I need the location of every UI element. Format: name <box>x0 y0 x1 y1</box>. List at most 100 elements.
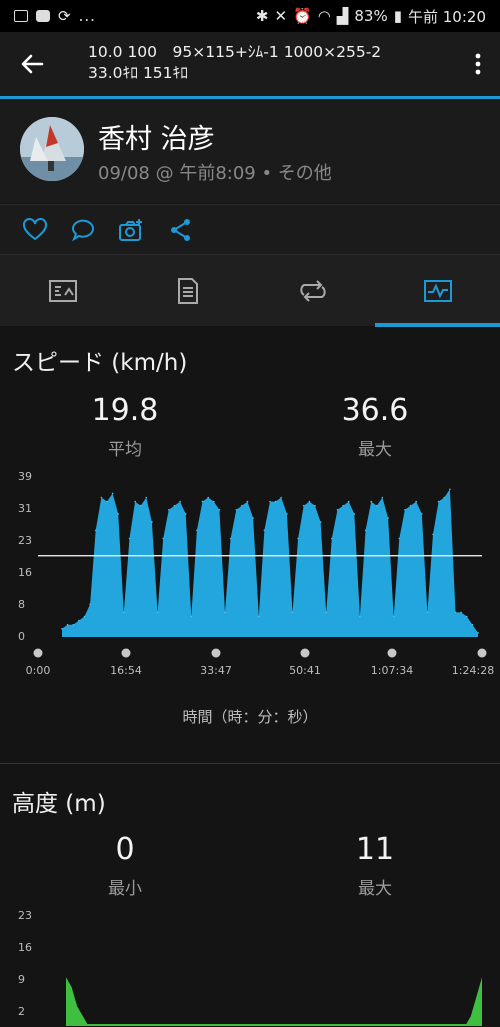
like-heart-icon[interactable] <box>22 217 48 243</box>
summary-map-icon <box>48 280 77 302</box>
speed-point <box>477 632 479 634</box>
overflow-menu-icon[interactable] <box>474 52 482 76</box>
speed-section: スピード (km/h) 19.8 平均 36.6 最大 39 31 23 16 … <box>0 327 500 763</box>
activity-title-line2: 33.0ｷﾛ 151ｷﾛ <box>88 64 189 82</box>
speed-xtick-dot <box>300 648 310 658</box>
speed-xtick-dot <box>387 648 397 658</box>
bluetooth-icon: ✱ <box>255 7 269 25</box>
speed-point <box>207 496 209 499</box>
speed-point <box>229 537 232 540</box>
speed-xaxis-label: 時間（時：分：秒） <box>182 708 318 726</box>
elevation-chart[interactable] <box>0 764 500 1027</box>
speed-point <box>297 537 299 540</box>
speed-point <box>404 509 406 511</box>
speed-point <box>280 496 283 499</box>
speed-point <box>66 623 69 626</box>
speed-point <box>421 513 423 515</box>
speed-point <box>466 615 468 618</box>
tab-laps[interactable] <box>250 255 375 327</box>
speed-point <box>432 533 434 536</box>
speed-point <box>117 513 119 515</box>
mute-icon: ✕ <box>274 7 288 25</box>
speed-xtick: 16:54 <box>110 664 142 677</box>
speed-point <box>213 500 215 503</box>
speed-point <box>179 500 181 503</box>
athlete-name[interactable]: 香村 治彦 <box>98 117 215 156</box>
speed-point <box>314 504 316 507</box>
speed-point <box>302 504 305 507</box>
speed-point <box>359 615 361 618</box>
speed-point <box>235 509 238 511</box>
more-notifications-icon: ... <box>78 7 96 25</box>
share-icon[interactable] <box>168 217 194 243</box>
speed-point <box>286 513 288 515</box>
speed-point <box>274 500 277 503</box>
speed-point <box>61 628 63 630</box>
speed-point <box>94 529 97 532</box>
speed-point <box>342 504 344 507</box>
elevation-area-series <box>66 977 482 1026</box>
speed-point <box>162 537 164 540</box>
speed-xtick: 1:07:34 <box>370 664 414 677</box>
back-arrow-icon[interactable] <box>18 50 46 78</box>
speed-point <box>168 509 170 511</box>
signal-icon: ▟ <box>336 7 349 25</box>
speed-point <box>460 611 462 614</box>
speed-point <box>376 504 378 507</box>
speed-point <box>89 603 91 605</box>
battery-icon: ▮ <box>393 7 402 25</box>
speed-point <box>100 496 103 499</box>
speed-point <box>370 500 373 503</box>
youtube-notification-icon <box>36 10 50 22</box>
activity-tabs <box>0 254 500 327</box>
speed-point <box>123 611 125 614</box>
tab-summary[interactable] <box>0 255 125 327</box>
speed-point <box>78 619 80 622</box>
speed-xtick-dot <box>477 648 487 658</box>
speed-point <box>449 488 451 491</box>
activity-date-type: 09/08 @ 午前8:09 • その他 <box>98 163 332 184</box>
speed-point <box>426 611 429 614</box>
speed-xtick-dot <box>211 648 221 658</box>
status-bar: ⟳ ... ✱ ✕ ⏰ ◠ ▟ 83% ▮ 午前 10:20 <box>0 0 500 32</box>
activity-title: 10.0 100 95×115+ｼﾑ-1 1000×255-2 33.0ｷﾛ 1… <box>88 42 458 84</box>
speed-point <box>415 500 418 503</box>
speed-point <box>437 500 440 503</box>
speed-point <box>184 513 187 515</box>
speed-xtick: 0:00 <box>25 664 51 677</box>
speed-point <box>128 537 131 540</box>
speed-point <box>269 500 271 503</box>
windsurf-photo-icon <box>20 117 84 181</box>
laps-loop-icon <box>299 280 326 302</box>
gallery-notification-icon <box>14 10 28 22</box>
speed-area-series <box>62 489 478 637</box>
comment-icon[interactable] <box>70 217 96 243</box>
speed-point <box>398 537 401 540</box>
charts-graph-icon <box>423 280 452 302</box>
speed-point <box>252 517 254 519</box>
speed-point <box>134 500 136 503</box>
add-photo-icon[interactable] <box>118 217 144 243</box>
speed-point <box>409 504 412 507</box>
speed-point <box>336 509 339 511</box>
speed-point <box>72 623 74 626</box>
speed-point <box>218 509 221 511</box>
speed-point <box>471 623 474 626</box>
activity-title-line1: 10.0 100 95×115+ｼﾑ-1 1000×255-2 <box>88 43 382 61</box>
speed-point <box>106 500 108 503</box>
speed-point <box>196 529 198 532</box>
speed-point <box>258 615 260 618</box>
speed-point <box>443 496 446 499</box>
speed-chart[interactable] <box>0 327 500 763</box>
speed-point <box>454 611 457 614</box>
speed-xtick-dot <box>33 648 43 658</box>
tab-charts[interactable] <box>375 255 500 327</box>
tab-details[interactable] <box>125 255 250 327</box>
speed-point <box>381 496 384 499</box>
avatar[interactable] <box>20 117 84 181</box>
speed-point <box>308 500 311 503</box>
speed-point <box>246 500 249 503</box>
speed-point <box>151 521 153 523</box>
speed-point <box>241 504 243 507</box>
speed-point <box>111 492 114 495</box>
